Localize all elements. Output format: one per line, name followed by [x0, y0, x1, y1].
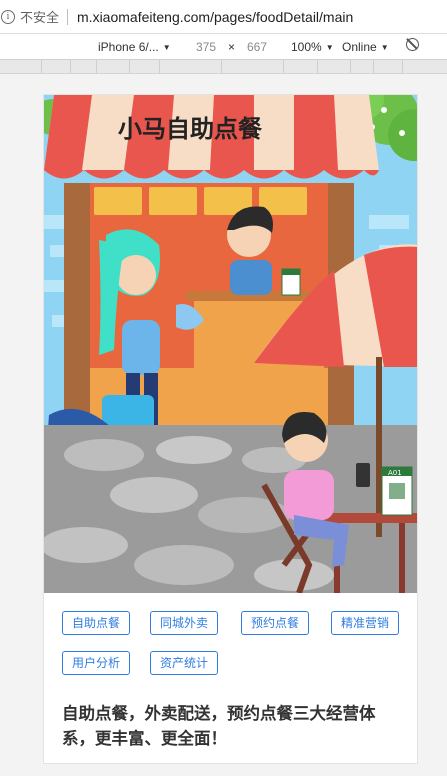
tag-user-analytics[interactable]: 用户分析	[62, 651, 131, 675]
network-select[interactable]: Online ▼	[342, 40, 389, 54]
device-viewport: 小马自助点餐 A01 自助点餐 同城外卖 预约点餐 精准营销 用户分析 资产统计…	[43, 94, 418, 764]
device-label: iPhone 6/...	[98, 40, 159, 54]
chevron-down-icon: ▼	[325, 43, 334, 52]
chevron-down-icon: ▼	[380, 43, 389, 52]
dimension-separator: ×	[228, 40, 236, 54]
zoom-label: 100%	[291, 40, 322, 54]
url-text[interactable]: m.xiaomafeiteng.com/pages/foodDetail/mai…	[77, 9, 353, 25]
address-bar[interactable]: i 不安全 m.xiaomafeiteng.com/pages/foodDeta…	[0, 0, 447, 34]
media-query-ruler[interactable]	[0, 60, 447, 74]
width-input[interactable]: 375	[196, 40, 216, 54]
info-icon[interactable]: i	[1, 9, 15, 24]
table-badge: A01	[388, 469, 402, 477]
rotate-icon[interactable]	[406, 38, 419, 51]
tag-delivery[interactable]: 同城外卖	[150, 611, 219, 635]
logo-text: 小马自助点餐	[118, 115, 263, 143]
network-label: Online	[342, 40, 377, 54]
device-select[interactable]: iPhone 6/... ▼	[98, 40, 171, 54]
zoom-select[interactable]: 100% ▼	[291, 40, 334, 54]
height-input[interactable]: 667	[247, 40, 267, 54]
tag-asset-stats[interactable]: 资产统计	[150, 651, 219, 675]
tag-self-order[interactable]: 自助点餐	[62, 611, 131, 635]
tag-reservation[interactable]: 预约点餐	[241, 611, 310, 635]
description-text: 自助点餐，外卖配送，预约点餐三大经营体系，更丰富、更全面！	[62, 704, 376, 748]
hero-illustration: 小马自助点餐 A01	[44, 95, 417, 593]
divider	[67, 8, 69, 25]
security-label: 不安全	[20, 11, 60, 26]
chevron-down-icon: ▼	[162, 43, 171, 52]
tag-marketing[interactable]: 精准营销	[331, 611, 400, 635]
device-toolbar: iPhone 6/... ▼ 375 × 667 100% ▼ Online ▼	[0, 34, 447, 60]
